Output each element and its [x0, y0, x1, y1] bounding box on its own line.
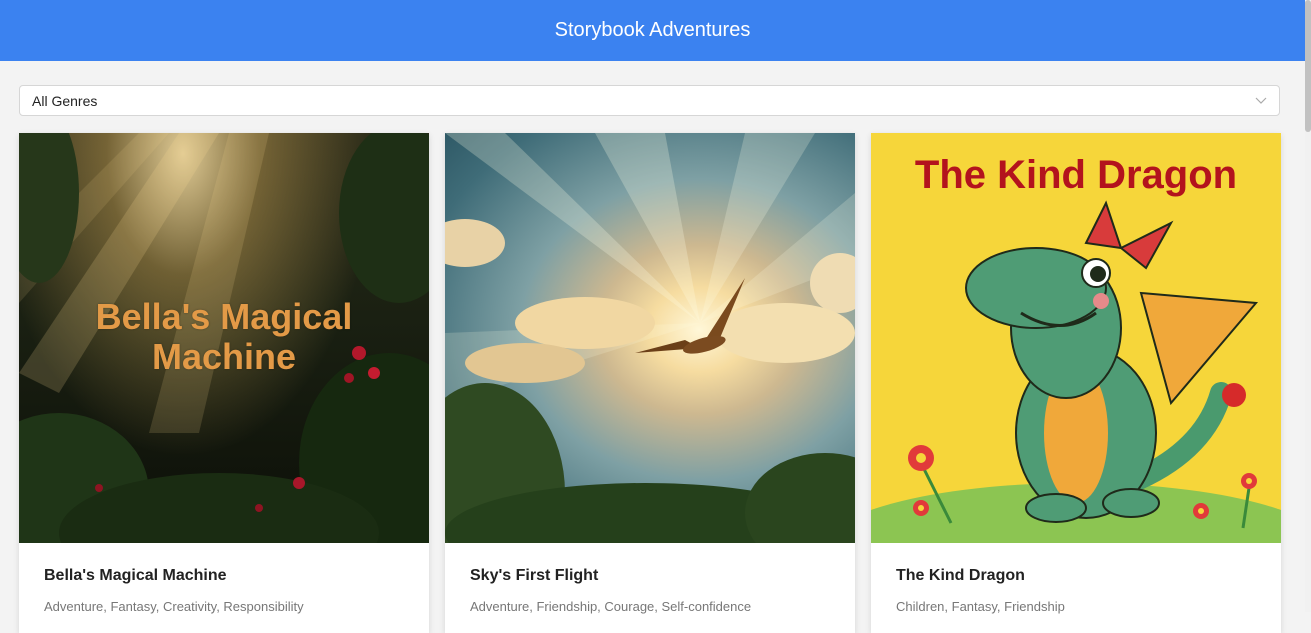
flower-icon — [1193, 503, 1209, 519]
genre-filter-value: All Genres — [32, 92, 98, 109]
app-header: Storybook Adventures — [0, 0, 1305, 61]
book-title[interactable]: Sky's First Flight — [470, 567, 598, 585]
book-title[interactable]: The Kind Dragon — [896, 567, 1025, 585]
sky-illustration — [445, 133, 855, 543]
book-card[interactable]: The Kind Dragon The Kind Dragon Children… — [871, 133, 1281, 633]
book-card[interactable]: Sky's First Flight Adventure, Friendship… — [445, 133, 855, 633]
chevron-down-icon — [1255, 97, 1267, 104]
book-cover-image[interactable]: The Kind Dragon — [871, 133, 1281, 543]
book-cover-image[interactable] — [445, 133, 855, 543]
genre-filter-select[interactable]: All Genres — [19, 85, 1280, 116]
flower-icon — [913, 500, 929, 516]
app-title: Storybook Adventures — [554, 19, 751, 41]
book-card[interactable]: Bella's Magical Machine Bella's Magical … — [19, 133, 429, 633]
book-title[interactable]: Bella's Magical Machine — [44, 567, 227, 585]
scrollbar-thumb[interactable] — [1305, 0, 1311, 132]
book-cover-title: The Kind Dragon — [914, 153, 1238, 197]
page-scrollbar[interactable] — [1305, 0, 1311, 612]
book-cover-image[interactable]: Bella's Magical Machine — [19, 133, 429, 543]
book-cover-title: Bella's Magical Machine — [95, 296, 353, 377]
